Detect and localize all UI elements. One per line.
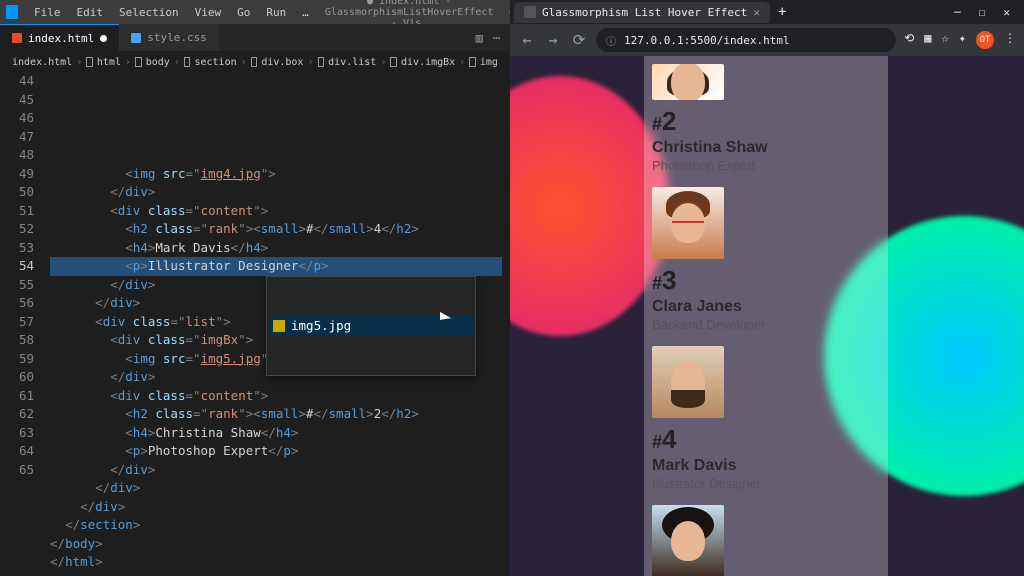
- line-gutter: 4445464748495051525354555657585960616263…: [0, 72, 50, 576]
- crumb[interactable]: html: [97, 57, 121, 68]
- code-line[interactable]: <h4>Christina Shaw</h4>: [50, 424, 510, 443]
- code-line[interactable]: </section>: [50, 516, 510, 535]
- glass-list: #2 Christina Shaw Photoshop Expert #3 Cl…: [644, 56, 888, 576]
- forward-button[interactable]: →: [544, 31, 562, 49]
- browser-toolbar: ← → ⟳ ⓘ 127.0.0.1:5500/index.html ⟲ ▦ ☆ …: [510, 24, 1024, 56]
- qr-icon[interactable]: ▦: [924, 31, 931, 49]
- code-line[interactable]: <div class="content">: [50, 202, 510, 221]
- minimize-icon[interactable]: ─: [954, 6, 961, 19]
- menu-edit[interactable]: Edit: [71, 6, 110, 19]
- menu-run[interactable]: Run: [260, 6, 292, 19]
- crumb[interactable]: div.list: [328, 57, 376, 68]
- avatar: [652, 505, 724, 576]
- code-line[interactable]: <h2 class="rank"><small>#</small>4</h2>: [50, 220, 510, 239]
- menu-go[interactable]: Go: [231, 6, 256, 19]
- code-line[interactable]: <div class="content">: [50, 387, 510, 406]
- reload-button[interactable]: ⟳: [570, 31, 588, 49]
- element-icon: [390, 57, 397, 67]
- tab-label: style.css: [147, 31, 207, 44]
- menu-overflow[interactable]: …: [296, 6, 315, 19]
- crumb[interactable]: div.imgBx: [401, 57, 455, 68]
- list-item[interactable]: #3 Clara Janes Backend Developer: [652, 179, 880, 338]
- person-role: Photoshop Expert: [652, 158, 880, 173]
- person-name: Christina Shaw: [652, 139, 880, 157]
- person-name: Clara Janes: [652, 298, 880, 316]
- rank-label: #3: [652, 265, 880, 296]
- code-line[interactable]: <img src="img4.jpg">: [50, 165, 510, 184]
- element-icon: [469, 57, 476, 67]
- breadcrumbs[interactable]: index.html› html› body› section› div.box…: [0, 52, 510, 72]
- avatar: [652, 346, 724, 418]
- menubar: File Edit Selection View Go Run … ● inde…: [0, 0, 510, 24]
- code-line[interactable]: </div>: [50, 183, 510, 202]
- mouse-cursor-icon: [440, 315, 454, 333]
- address-bar[interactable]: ⓘ 127.0.0.1:5500/index.html: [596, 28, 896, 52]
- code-line[interactable]: <h2 class="rank"><small>#</small>2</h2>: [50, 405, 510, 424]
- rank-label: #2: [652, 106, 880, 137]
- code-area[interactable]: img5.jpg <img src="img4.jpg"> </div> <di…: [50, 72, 510, 576]
- list-item[interactable]: #2 Christina Shaw Photoshop Expert: [652, 56, 880, 179]
- code-line[interactable]: </div>: [50, 479, 510, 498]
- code-editor[interactable]: 4445464748495051525354555657585960616263…: [0, 72, 510, 576]
- crumb[interactable]: index.html: [12, 57, 72, 68]
- person-role: Illustrator Designer: [652, 476, 880, 491]
- element-icon: [184, 57, 191, 67]
- element-icon: [251, 57, 258, 67]
- code-line[interactable]: </div>: [50, 461, 510, 480]
- avatar: [652, 187, 724, 259]
- vscode-window: File Edit Selection View Go Run … ● inde…: [0, 0, 510, 576]
- element-icon: [318, 57, 325, 67]
- crumb[interactable]: section: [194, 57, 236, 68]
- vscode-logo-icon: [6, 5, 18, 19]
- code-line[interactable]: <p>Photoshop Expert</p>: [50, 442, 510, 461]
- back-button[interactable]: ←: [518, 31, 536, 49]
- tab-style-css[interactable]: style.css: [119, 24, 219, 51]
- browser-tab-title: Glassmorphism List Hover Effect: [542, 6, 747, 19]
- profile-avatar-icon[interactable]: OT: [976, 31, 994, 49]
- avatar: [652, 64, 724, 100]
- split-editor-icon[interactable]: ▥: [476, 31, 483, 45]
- bookmark-icon[interactable]: ☆: [942, 31, 949, 49]
- code-line[interactable]: <h4>Mark Davis</h4>: [50, 239, 510, 258]
- person-role: Backend Developer: [652, 317, 880, 332]
- live-reload-icon[interactable]: ⟲: [904, 31, 914, 49]
- code-line[interactable]: </body>: [50, 535, 510, 554]
- page-viewport[interactable]: #2 Christina Shaw Photoshop Expert #3 Cl…: [510, 56, 1024, 576]
- code-line[interactable]: </html>: [50, 553, 510, 572]
- close-icon[interactable]: ✕: [1003, 6, 1010, 19]
- tab-close-icon[interactable]: ✕: [753, 6, 760, 19]
- maximize-icon[interactable]: ☐: [979, 6, 986, 19]
- browser-tabstrip: Glassmorphism List Hover Effect ✕ + ─ ☐ …: [510, 0, 1024, 24]
- unsaved-dot-icon: [100, 35, 107, 42]
- html-file-icon: [12, 33, 22, 43]
- editor-tabs: index.html style.css ▥ ⋯: [0, 24, 510, 52]
- person-name: Mark Davis: [652, 457, 880, 475]
- element-icon: [86, 57, 93, 67]
- list-item[interactable]: #4 Mark Davis Illustrator Designer: [652, 338, 880, 497]
- rank-label: #4: [652, 424, 880, 455]
- element-icon: [135, 57, 142, 67]
- more-actions-icon[interactable]: ⋯: [493, 31, 500, 45]
- suggestion-label: img5.jpg: [291, 317, 351, 336]
- browser-tab[interactable]: Glassmorphism List Hover Effect ✕: [514, 2, 770, 23]
- menu-file[interactable]: File: [28, 6, 67, 19]
- extensions-icon[interactable]: ✦: [959, 31, 966, 49]
- crumb[interactable]: body: [146, 57, 170, 68]
- menu-selection[interactable]: Selection: [113, 6, 185, 19]
- menu-icon[interactable]: ⋮: [1004, 31, 1016, 49]
- crumb[interactable]: div.box: [261, 57, 303, 68]
- code-line[interactable]: </div>: [50, 498, 510, 517]
- url-text: 127.0.0.1:5500/index.html: [624, 34, 790, 47]
- browser-window: Glassmorphism List Hover Effect ✕ + ─ ☐ …: [510, 0, 1024, 576]
- list-item[interactable]: #2 Christina Shaw Photoshop Expert: [652, 497, 880, 576]
- site-info-icon[interactable]: ⓘ: [606, 33, 616, 48]
- file-suggestion-icon: [273, 320, 285, 332]
- css-file-icon: [131, 33, 141, 43]
- favicon-icon: [524, 6, 536, 18]
- crumb[interactable]: img: [480, 57, 498, 68]
- menu-view[interactable]: View: [189, 6, 228, 19]
- tab-label: index.html: [28, 32, 94, 45]
- tab-index-html[interactable]: index.html: [0, 24, 119, 51]
- new-tab-button[interactable]: +: [770, 4, 794, 20]
